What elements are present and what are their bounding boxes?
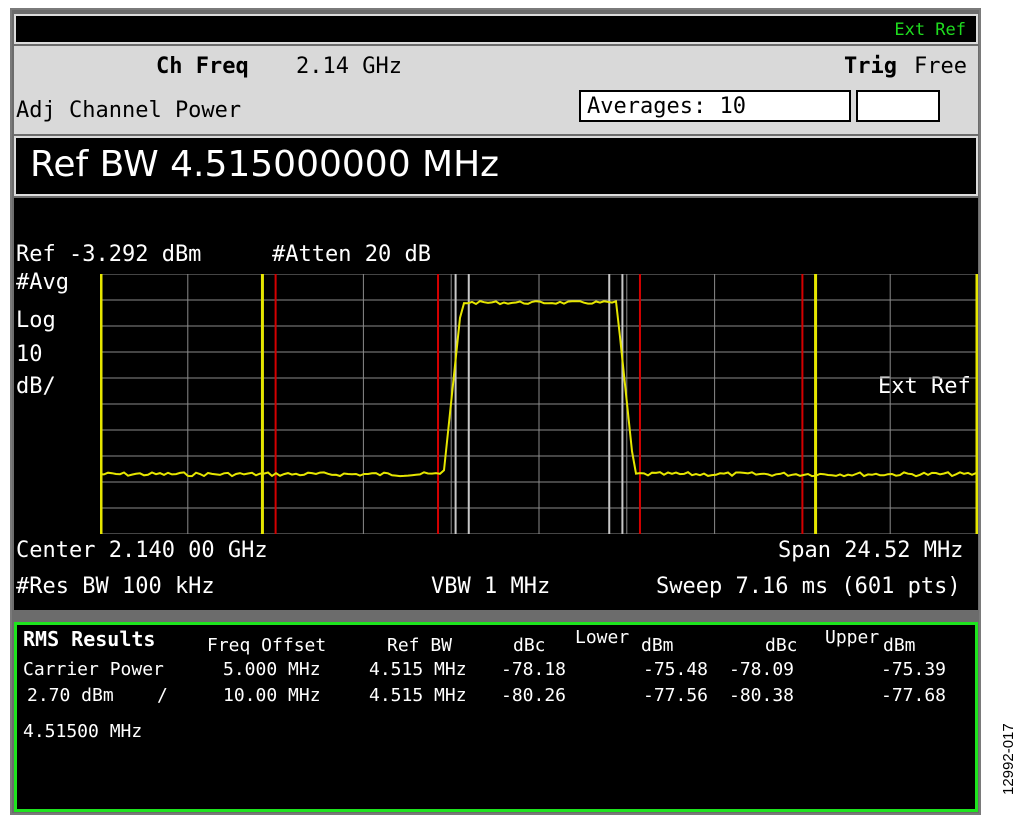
upper-header: Upper bbox=[825, 627, 880, 648]
trig-label: Trig bbox=[844, 54, 897, 79]
scale-type-label: Log bbox=[16, 308, 56, 333]
active-function-bar: Ref BW 4.515000000 MHz bbox=[14, 136, 978, 196]
lower-dbc-header: dBc bbox=[513, 635, 546, 656]
averages-field[interactable]: Averages: 10 bbox=[579, 90, 851, 122]
row1-lower-dbc: -78.18 bbox=[501, 659, 567, 680]
res-bw-label: #Res BW 100 kHz bbox=[16, 574, 215, 599]
freq-offset-header: Freq Offset bbox=[207, 635, 327, 656]
status-bar: Ext Ref bbox=[14, 14, 978, 44]
row2-upper-dbm: -77.68 bbox=[881, 685, 947, 706]
measurement-info-panel: Ch Freq 2.14 GHz Trig Free Adj Channel P… bbox=[14, 46, 978, 134]
ch-freq-label: Ch Freq bbox=[156, 54, 249, 79]
row2-ref-bw: 4.515 MHz bbox=[369, 685, 467, 706]
row1-upper-dbm: -75.39 bbox=[881, 659, 947, 680]
ref-level-label: Ref -3.292 dBm bbox=[16, 242, 202, 267]
upper-dbm-header: dBm bbox=[883, 635, 916, 656]
row2-lower-dbc: -80.26 bbox=[501, 685, 567, 706]
ref-bw-header: Ref BW bbox=[387, 635, 453, 656]
vbw-label: VBW 1 MHz bbox=[431, 574, 551, 599]
attenuation-label: #Atten 20 dB bbox=[272, 242, 431, 267]
row1-offset: 5.000 MHz bbox=[223, 659, 321, 680]
status-box bbox=[856, 90, 940, 122]
measurement-mode: Adj Channel Power bbox=[16, 98, 242, 123]
averaging-label: #Avg bbox=[16, 270, 69, 295]
carrier-bandwidth: 4.51500 MHz bbox=[23, 721, 143, 742]
results-title: RMS Results bbox=[23, 627, 156, 651]
rms-results-panel: RMS Results Freq Offset Ref BW dBc Lower… bbox=[14, 622, 978, 812]
plot-grid bbox=[100, 274, 978, 534]
spectrum-screen: Ref -3.292 dBm #Atten 20 dB #Avg Log 10 … bbox=[14, 198, 978, 610]
scale-unit-label: dB/ bbox=[16, 374, 56, 399]
span-label: Span 24.52 MHz bbox=[778, 538, 964, 563]
carrier-power-value: 2.70 dBm bbox=[27, 685, 114, 706]
carrier-power-label: Carrier Power bbox=[23, 659, 164, 680]
sweep-label: Sweep 7.16 ms (601 pts) bbox=[656, 574, 961, 599]
row2-upper-dbc: -80.38 bbox=[729, 685, 795, 706]
carrier-power-separator: / bbox=[157, 685, 168, 706]
center-frequency-label: Center 2.140 00 GHz bbox=[16, 538, 268, 563]
row1-ref-bw: 4.515 MHz bbox=[369, 659, 467, 680]
row1-lower-dbm: -75.48 bbox=[643, 659, 709, 680]
row2-lower-dbm: -77.56 bbox=[643, 685, 709, 706]
figure-code: 12992-017 bbox=[1000, 723, 1017, 795]
trig-value[interactable]: Free bbox=[914, 54, 967, 79]
spectrum-plot bbox=[100, 274, 978, 534]
lower-dbm-header: dBm bbox=[641, 635, 674, 656]
lower-header: Lower bbox=[575, 627, 630, 648]
ch-freq-value[interactable]: 2.14 GHz bbox=[296, 54, 402, 79]
row1-upper-dbc: -78.09 bbox=[729, 659, 795, 680]
active-function-value[interactable]: Ref BW 4.515000000 MHz bbox=[30, 144, 499, 185]
spectrum-trace bbox=[100, 299, 977, 478]
ext-ref-indicator: Ext Ref bbox=[894, 20, 966, 40]
scale-value-label: 10 bbox=[16, 342, 43, 367]
upper-dbc-header: dBc bbox=[765, 635, 798, 656]
row2-offset: 10.00 MHz bbox=[223, 685, 321, 706]
